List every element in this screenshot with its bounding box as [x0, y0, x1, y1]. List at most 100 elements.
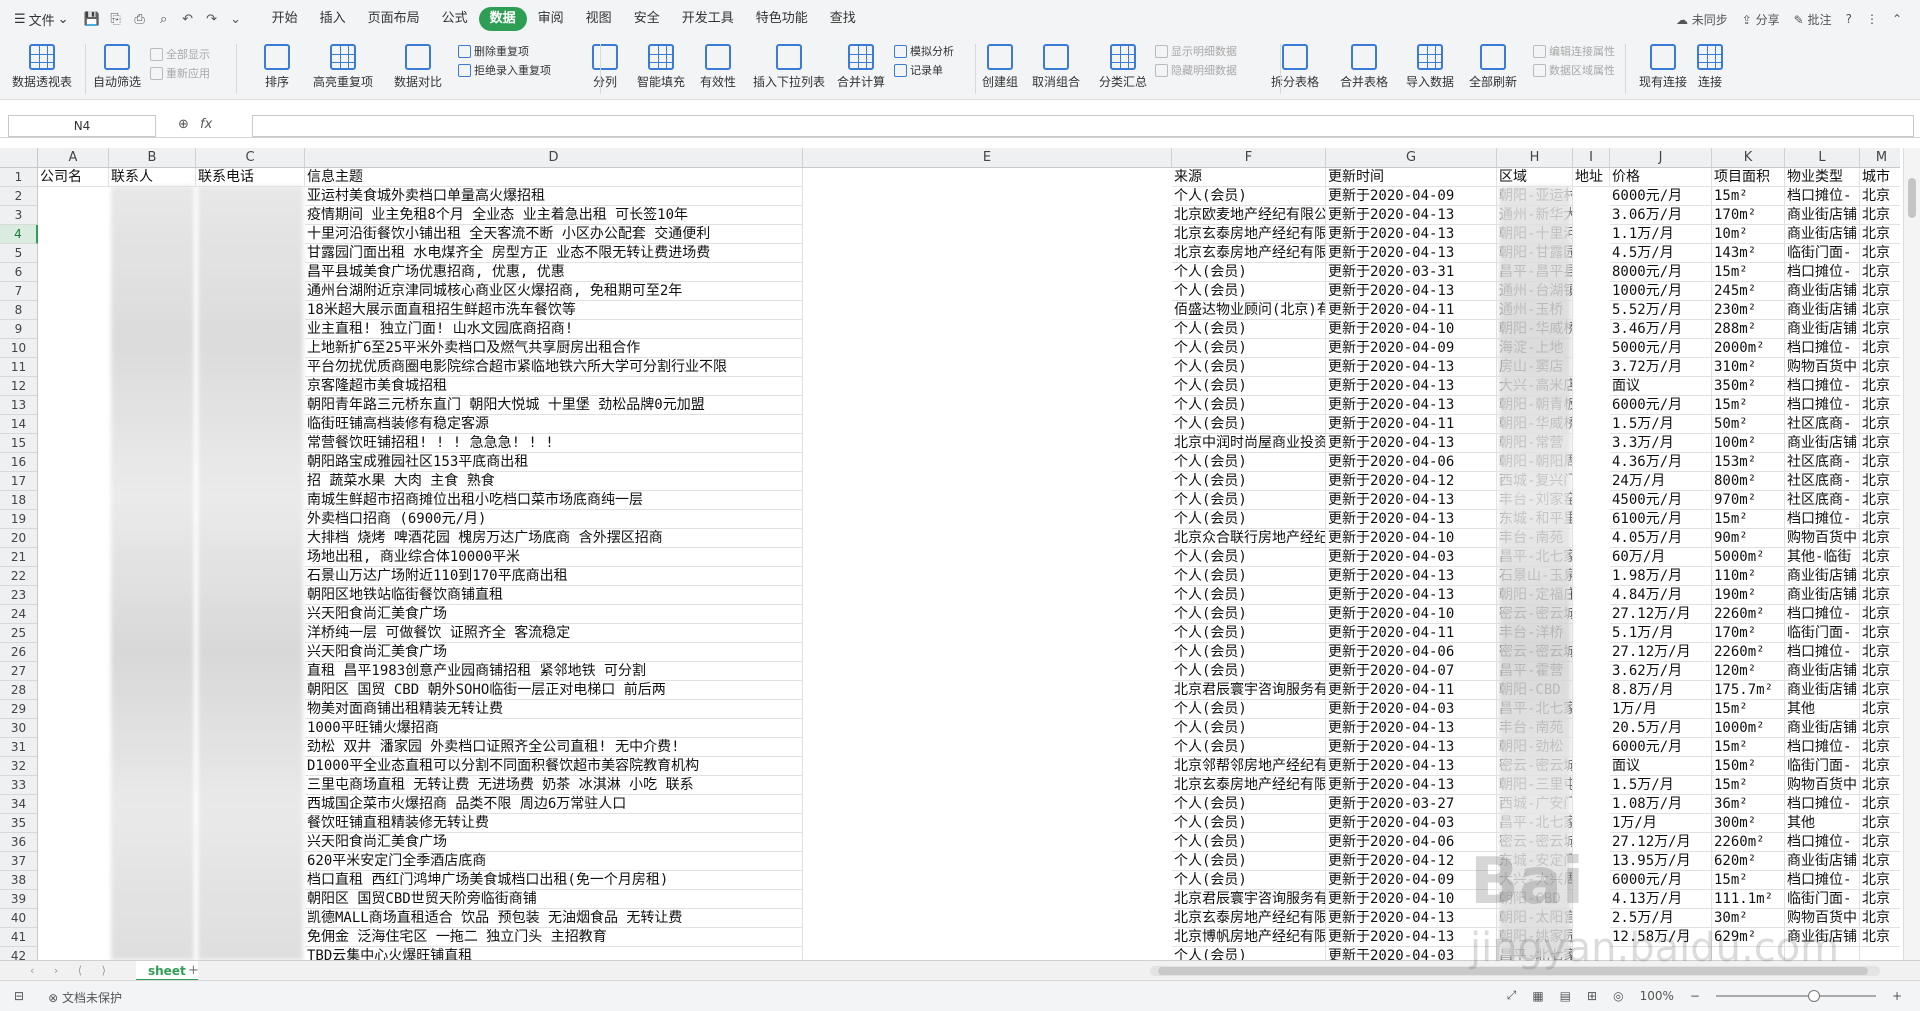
cell[interactable]: 北京 [1860, 871, 1900, 890]
redo-icon[interactable]: ↷ [201, 8, 223, 30]
cell[interactable]: 1万/月 [1610, 814, 1712, 833]
tab-3[interactable]: 公式 [431, 7, 479, 31]
cell[interactable]: 更新于2020-04-13 [1326, 510, 1497, 529]
cell[interactable]: 三里屯商场直租 无转让费 无进场费 奶茶 冰淇淋 小吃 联系 [305, 776, 803, 795]
tab-10[interactable]: 查找 [819, 7, 867, 31]
cell[interactable]: 更新于2020-04-10 [1326, 320, 1497, 339]
cell[interactable]: 10m² [1712, 225, 1785, 244]
cell[interactable]: 业主直租! 独立门面! 山水文园底商招商! [305, 320, 803, 339]
cell[interactable]: 4.36万/月 [1610, 453, 1712, 472]
cell[interactable]: 更新于2020-04-10 [1326, 605, 1497, 624]
cell[interactable]: 北京 [1860, 833, 1900, 852]
cell[interactable]: 111.1m² [1712, 890, 1785, 909]
row-header[interactable]: 11 [0, 358, 38, 377]
print-icon[interactable]: ⎙ [129, 8, 151, 30]
customize-chevron-icon[interactable]: ⌄ [225, 8, 247, 30]
cell[interactable]: 更新于2020-04-13 [1326, 282, 1497, 301]
row-header[interactable]: 24 [0, 605, 38, 624]
zoom-out-icon[interactable]: − [1690, 989, 1700, 1003]
cell[interactable]: 更新于2020-04-13 [1326, 719, 1497, 738]
ribbon-btn-smart-fill[interactable]: 智能填充 [634, 38, 689, 90]
cell[interactable]: 其他 [1785, 814, 1860, 833]
cell[interactable]: TBD云集中心火爆旺铺直租 [305, 947, 803, 960]
cell[interactable]: 商业街店铺 [1785, 662, 1860, 681]
cell[interactable]: 档口摊位- [1785, 605, 1860, 624]
row-header[interactable]: 19 [0, 510, 38, 529]
formula-input[interactable] [252, 115, 1914, 137]
cell[interactable]: 150m² [1712, 757, 1785, 776]
ribbon-btn-merge-table[interactable]: 合并表格 [1334, 38, 1394, 90]
cell[interactable]: 北京 [1860, 225, 1900, 244]
cell[interactable]: 档口摊位- [1785, 187, 1860, 206]
ribbon-btn-data-compare[interactable]: 数据对比 [388, 38, 448, 90]
cell[interactable]: 个人(会员) [1172, 548, 1326, 567]
ribbon-btn-sort[interactable]: 排序 [262, 38, 292, 90]
cell[interactable]: 6100元/月 [1610, 510, 1712, 529]
collapse-ribbon-icon[interactable]: ⌃ [1892, 12, 1902, 26]
cell[interactable]: 5.1万/月 [1610, 624, 1712, 643]
cell[interactable]: 档口摊位- [1785, 396, 1860, 415]
cell[interactable]: 个人(会员) [1172, 947, 1326, 960]
cell[interactable]: 个人(会员) [1172, 833, 1326, 852]
cell[interactable]: 5.52万/月 [1610, 301, 1712, 320]
ribbon-btn-dropdown-list[interactable]: 插入下拉列表 [749, 38, 829, 90]
cell[interactable]: 190m² [1712, 586, 1785, 605]
row-header[interactable]: 37 [0, 852, 38, 871]
cell[interactable]: 临街旺铺高档装修有稳定客源 [305, 415, 803, 434]
cell[interactable]: 60万/月 [1610, 548, 1712, 567]
row-header[interactable]: 6 [0, 263, 38, 282]
row-header[interactable]: 32 [0, 757, 38, 776]
cell[interactable]: 购物百货中 [1785, 776, 1860, 795]
cell[interactable]: 2260m² [1712, 643, 1785, 662]
cell[interactable]: 场地出租, 商业综合体10000平米 [305, 548, 803, 567]
cell[interactable]: 更新于2020-04-07 [1326, 662, 1497, 681]
cell[interactable]: 商业街店铺 [1785, 852, 1860, 871]
cell[interactable]: 京客隆超市美食城招租 [305, 377, 803, 396]
cell[interactable]: 项目面积 [1712, 168, 1785, 187]
cell[interactable]: 2260m² [1712, 833, 1785, 852]
cell[interactable]: 1000元/月 [1610, 282, 1712, 301]
cell[interactable]: 更新于2020-04-13 [1326, 244, 1497, 263]
cell[interactable]: 社区底商- [1785, 491, 1860, 510]
cell[interactable]: 招 蔬菜水果 大肉 主食 熟食 [305, 472, 803, 491]
cell[interactable]: 更新于2020-04-11 [1326, 624, 1497, 643]
cell[interactable]: D1000平全业态直租可以分割不同面积餐饮超市美容院教育机构 [305, 757, 803, 776]
cell[interactable]: 北京 [1860, 852, 1900, 871]
cell[interactable]: 更新于2020-04-03 [1326, 700, 1497, 719]
ribbon-btn-connection[interactable]: 现有连接 [1638, 38, 1688, 90]
cell[interactable]: 个人(会员) [1172, 263, 1326, 282]
row-header[interactable]: 7 [0, 282, 38, 301]
cell[interactable]: 区域 [1497, 168, 1573, 187]
cell[interactable]: 170m² [1712, 206, 1785, 225]
tab-2[interactable]: 页面布局 [357, 7, 431, 31]
cell[interactable]: 北京众合联行房地产经纪有限公司 [1172, 529, 1326, 548]
cell[interactable]: 购物百货中 [1785, 358, 1860, 377]
cell[interactable]: 北京 [1860, 339, 1900, 358]
cell[interactable]: 临街门面- [1785, 624, 1860, 643]
cell[interactable]: 个人(会员) [1172, 187, 1326, 206]
cell[interactable]: 商业街店铺 [1785, 434, 1860, 453]
row-header[interactable]: 3 [0, 206, 38, 225]
reading-view-icon[interactable]: ⊞ [1587, 989, 1597, 1003]
cell[interactable]: 北京 [1860, 377, 1900, 396]
cell[interactable]: 商业街店铺 [1785, 301, 1860, 320]
cell[interactable]: 1000平旺铺火爆招商 [305, 719, 803, 738]
ribbon-btn-consolidate[interactable]: 合并计算 [834, 38, 889, 90]
cell[interactable]: 个人(会员) [1172, 453, 1326, 472]
cell[interactable]: 朝阳青年路三元桥东直门 朝阳大悦城 十里堡 劲松品牌0元加盟 [305, 396, 803, 415]
vertical-scrollbar[interactable] [1903, 148, 1920, 960]
cell[interactable]: 十里河沿街餐饮小铺出租 全天客流不断 小区办公配套 交通便利 [305, 225, 803, 244]
tab-0[interactable]: 开始 [261, 7, 309, 31]
row-header[interactable]: 16 [0, 453, 38, 472]
cell[interactable]: 亚运村美食城外卖档口单量高火爆招租 [305, 187, 803, 206]
cell[interactable]: 5000m² [1712, 548, 1785, 567]
cell[interactable]: 1万/月 [1610, 700, 1712, 719]
cell[interactable]: 北京君辰寰宇咨询服务有限公司 [1172, 890, 1326, 909]
cell[interactable]: 朝阳路宝成雅园社区153平底商出租 [305, 453, 803, 472]
ribbon-small-btn-5[interactable]: 记录单 [894, 62, 943, 78]
cell[interactable]: 西城国企菜市火爆招商 品类不限 周边6万常驻人口 [305, 795, 803, 814]
cell[interactable]: 27.12万/月 [1610, 605, 1712, 624]
row-header[interactable]: 23 [0, 586, 38, 605]
ribbon-btn-group[interactable]: 创建组 [978, 38, 1023, 90]
cell[interactable]: 个人(会员) [1172, 586, 1326, 605]
